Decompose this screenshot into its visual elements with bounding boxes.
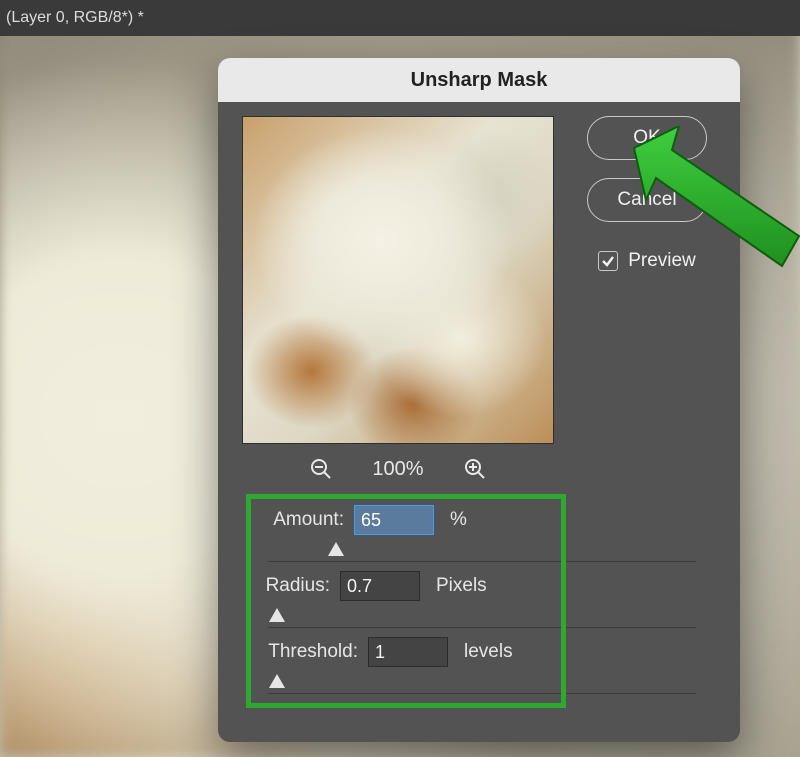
- preview-checkbox[interactable]: [598, 251, 618, 271]
- amount-slider-thumb[interactable]: [328, 542, 344, 556]
- radius-slider-thumb[interactable]: [269, 608, 285, 622]
- amount-label: Amount:: [264, 509, 344, 531]
- zoom-out-button[interactable]: [306, 454, 336, 484]
- threshold-label: Threshold:: [264, 641, 358, 663]
- zoom-level: 100%: [372, 458, 423, 481]
- radius-label: Radius:: [264, 575, 330, 597]
- radius-input[interactable]: [340, 571, 420, 601]
- zoom-in-button[interactable]: [460, 454, 490, 484]
- cancel-button[interactable]: Cancel: [587, 178, 707, 222]
- radius-slider[interactable]: [268, 606, 696, 628]
- dialog-body: 100% OK Cancel: [218, 102, 740, 718]
- document-title-bar: (Layer 0, RGB/8*) *: [0, 0, 800, 36]
- unsharp-mask-dialog: Unsharp Mask 100%: [218, 58, 740, 742]
- amount-unit: %: [450, 509, 467, 531]
- zoom-out-icon: [309, 457, 333, 481]
- threshold-row: Threshold: levels: [242, 632, 722, 672]
- dialog-button-column: OK Cancel Preview: [554, 116, 722, 494]
- zoom-in-icon: [463, 457, 487, 481]
- amount-slider[interactable]: [268, 540, 696, 562]
- checkmark-icon: [601, 254, 615, 268]
- amount-row: Amount: %: [242, 500, 722, 540]
- amount-input[interactable]: [354, 505, 434, 535]
- dialog-top-row: 100% OK Cancel: [242, 116, 722, 494]
- ok-button[interactable]: OK: [587, 116, 707, 160]
- radius-row: Radius: Pixels: [242, 566, 722, 606]
- threshold-slider-thumb[interactable]: [269, 674, 285, 688]
- threshold-input[interactable]: [368, 637, 448, 667]
- parameters-group: Amount: % Radius: Pixels Threshold:: [242, 500, 722, 694]
- filter-preview-thumbnail[interactable]: [242, 116, 554, 444]
- preview-checkbox-label: Preview: [628, 250, 696, 272]
- radius-unit: Pixels: [436, 575, 487, 597]
- zoom-controls: 100%: [242, 444, 554, 494]
- preview-checkbox-row[interactable]: Preview: [598, 250, 696, 272]
- dialog-title: Unsharp Mask: [218, 58, 740, 102]
- app-window: (Layer 0, RGB/8*) * Unsharp Mask 100%: [0, 0, 800, 757]
- preview-column: 100%: [242, 116, 554, 494]
- document-title: (Layer 0, RGB/8*) *: [6, 9, 144, 27]
- threshold-unit: levels: [464, 641, 513, 663]
- threshold-slider[interactable]: [268, 672, 696, 694]
